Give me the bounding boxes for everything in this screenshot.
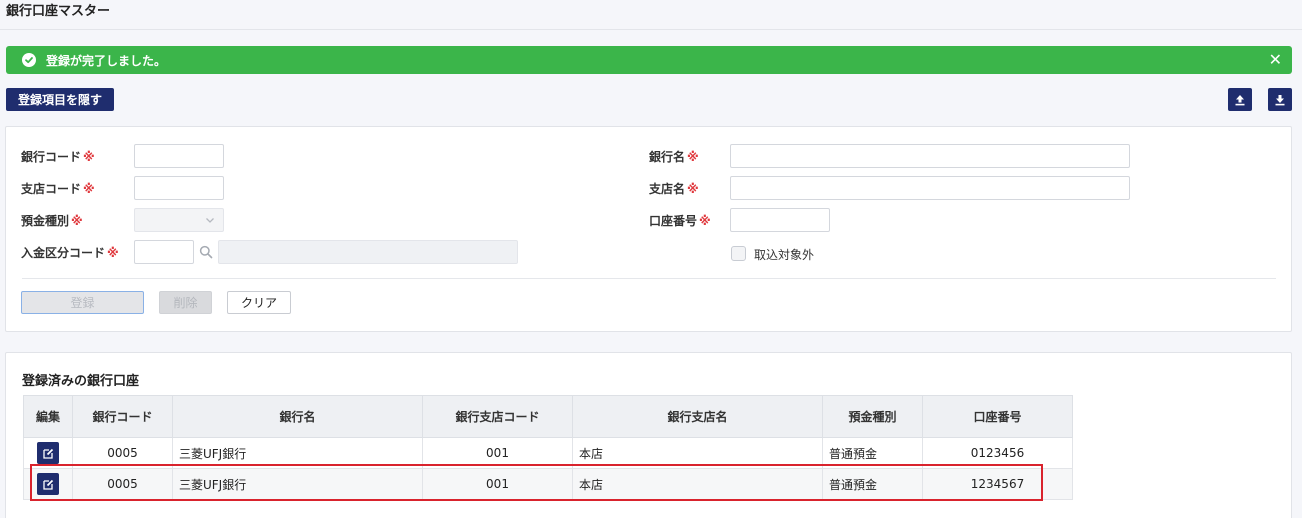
alert-message: 登録が完了しました。 xyxy=(46,53,167,68)
download-button[interactable] xyxy=(1268,88,1292,111)
register-button[interactable]: 登録 xyxy=(21,291,144,314)
deposit-type-label: 預金種別 ※ xyxy=(21,214,83,228)
clear-button[interactable]: クリア xyxy=(227,291,291,314)
bank-name-label: 銀行名 ※ xyxy=(649,150,699,164)
exclude-label: 取込対象外 xyxy=(754,248,815,262)
edit-button[interactable] xyxy=(37,442,59,464)
required-mark: ※ xyxy=(687,182,699,196)
header-edit: 編集 xyxy=(23,395,73,438)
branch-name-input[interactable] xyxy=(730,176,1130,200)
branch-code-label: 支店コード ※ xyxy=(21,182,95,196)
deposit-type-select[interactable] xyxy=(134,208,224,232)
bank-name-input[interactable] xyxy=(730,144,1130,168)
cell-deposit-type: 普通預金 xyxy=(822,437,923,469)
payment-name-readonly xyxy=(218,240,518,264)
cell-bank-name: 三菱UFJ銀行 xyxy=(172,437,423,469)
accounts-table: 編集 銀行コード 銀行名 銀行支店コード 銀行支店名 預金種別 口座番号 000… xyxy=(23,395,1073,500)
required-mark: ※ xyxy=(687,150,699,164)
hide-form-button[interactable]: 登録項目を隠す xyxy=(6,88,115,111)
delete-button[interactable]: 削除 xyxy=(159,291,212,314)
payment-code-label: 入金区分コード ※ xyxy=(21,246,119,260)
cell-branch-name: 本店 xyxy=(572,468,823,500)
edit-button[interactable] xyxy=(37,473,59,495)
check-circle-icon xyxy=(22,53,36,67)
edit-icon xyxy=(42,448,53,459)
header-branch-code: 銀行支店コード xyxy=(422,395,573,438)
edit-icon xyxy=(42,479,53,490)
branch-name-label: 支店名 ※ xyxy=(649,182,699,196)
header-branch-name: 銀行支店名 xyxy=(572,395,823,438)
success-alert: 登録が完了しました。 ✕ xyxy=(6,46,1292,74)
bank-code-input[interactable] xyxy=(134,144,224,168)
table-row: 0005 三菱UFJ銀行 001 本店 普通預金 0123456 xyxy=(23,437,1073,469)
section-title: 登録済みの銀行口座 xyxy=(22,374,140,389)
cell-bank-code: 0005 xyxy=(72,468,173,500)
bank-code-label: 銀行コード ※ xyxy=(21,150,95,164)
required-mark: ※ xyxy=(71,214,83,228)
cell-bank-name: 三菱UFJ銀行 xyxy=(172,468,423,500)
cell-deposit-type: 普通預金 xyxy=(822,468,923,500)
branch-code-input[interactable] xyxy=(134,176,224,200)
form-divider xyxy=(22,278,1276,279)
account-number-input[interactable] xyxy=(730,208,830,232)
header-account-number: 口座番号 xyxy=(922,395,1073,438)
required-mark: ※ xyxy=(107,246,119,260)
cell-account-number: 1234567 xyxy=(922,468,1073,500)
header-deposit-type: 預金種別 xyxy=(822,395,923,438)
header-bank-name: 銀行名 xyxy=(172,395,423,438)
header-bank-code: 銀行コード xyxy=(72,395,173,438)
exclude-checkbox[interactable] xyxy=(731,246,746,261)
table-row: 0005 三菱UFJ銀行 001 本店 普通預金 1234567 xyxy=(23,468,1073,500)
close-icon[interactable]: ✕ xyxy=(1269,52,1282,68)
cell-account-number: 0123456 xyxy=(922,437,1073,469)
payment-code-input[interactable] xyxy=(134,240,194,264)
registered-accounts-section: 登録済みの銀行口座 編集 銀行コード 銀行名 銀行支店コード 銀行支店名 預金種… xyxy=(5,352,1292,518)
search-icon[interactable] xyxy=(199,245,213,259)
account-number-label: 口座番号 ※ xyxy=(649,214,711,228)
cell-branch-name: 本店 xyxy=(572,437,823,469)
required-mark: ※ xyxy=(83,150,95,164)
cell-bank-code: 0005 xyxy=(72,437,173,469)
required-mark: ※ xyxy=(83,182,95,196)
registration-form: 銀行コード ※ 支店コード ※ 預金種別 ※ 入金区分コード ※ 銀行名 ※ 支店名 ※ 口… xyxy=(5,126,1292,332)
upload-button[interactable] xyxy=(1228,88,1252,111)
download-icon xyxy=(1275,94,1285,105)
page-header: 銀行口座マスター xyxy=(0,0,1302,30)
chevron-down-icon xyxy=(206,218,214,223)
cell-branch-code: 001 xyxy=(422,468,573,500)
page-title: 銀行口座マスター xyxy=(6,4,111,19)
cell-branch-code: 001 xyxy=(422,437,573,469)
upload-icon xyxy=(1235,94,1245,105)
required-mark: ※ xyxy=(699,214,711,228)
